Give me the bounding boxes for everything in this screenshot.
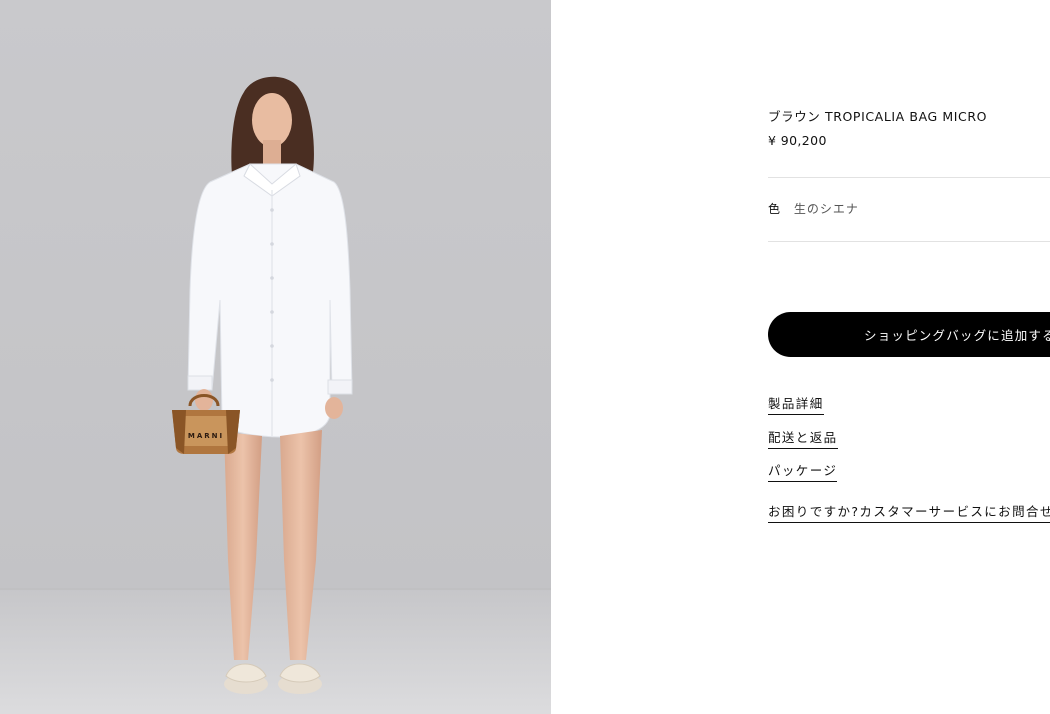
color-value: 生のシエナ	[793, 202, 859, 216]
color-selector[interactable]: 色 生のシエナ	[768, 200, 859, 217]
add-to-bag-button[interactable]: ショッピングバッグに追加する	[768, 312, 1050, 357]
color-label: 色	[768, 202, 782, 216]
divider	[768, 241, 1050, 242]
customer-service-link[interactable]: お困りですか?カスタマーサービスにお問合せく	[768, 501, 1050, 523]
model-photo: MARNI	[0, 0, 551, 714]
product-image[interactable]: MARNI	[0, 0, 551, 714]
product-price: ¥ 90,200	[768, 133, 827, 148]
product-details-link[interactable]: 製品詳細	[768, 393, 824, 415]
shipping-returns-link[interactable]: 配送と返品	[768, 427, 838, 449]
product-page: MARNI ブラウン TROPICALIA BAG MICRO ¥ 90,200…	[0, 0, 1050, 714]
divider	[768, 177, 1050, 178]
packaging-link[interactable]: パッケージ	[768, 460, 838, 482]
bag-logo: MARNI	[188, 432, 224, 440]
product-info-panel: ブラウン TROPICALIA BAG MICRO ¥ 90,200 色 生のシ…	[768, 0, 1050, 714]
product-title: ブラウン TROPICALIA BAG MICRO	[768, 109, 988, 124]
